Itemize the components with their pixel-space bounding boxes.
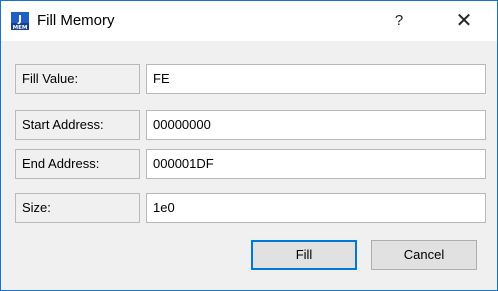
close-button[interactable]: ✕ <box>441 1 487 41</box>
help-button[interactable]: ? <box>381 1 417 41</box>
size-label: Size: <box>15 193 140 223</box>
svg-text:J: J <box>17 14 22 25</box>
start-address-label: Start Address: <box>15 110 140 140</box>
end-address-input[interactable]: 000001DF <box>146 149 486 179</box>
dialog-title: Fill Memory <box>37 12 115 29</box>
app-icon: J MEM <box>11 12 29 30</box>
title-bar[interactable]: J MEM Fill Memory ? ✕ <box>1 1 497 41</box>
fill-button[interactable]: Fill <box>251 240 357 270</box>
fill-value-input[interactable]: FE <box>146 64 486 94</box>
cancel-button[interactable]: Cancel <box>371 240 477 270</box>
fill-memory-dialog: J MEM Fill Memory ? ✕ Fill Value: FE Sta… <box>0 0 498 291</box>
svg-text:MEM: MEM <box>13 25 28 30</box>
fill-value-label: Fill Value: <box>15 64 140 94</box>
size-input[interactable]: 1e0 <box>146 193 486 223</box>
end-address-label: End Address: <box>15 149 140 179</box>
start-address-input[interactable]: 00000000 <box>146 110 486 140</box>
